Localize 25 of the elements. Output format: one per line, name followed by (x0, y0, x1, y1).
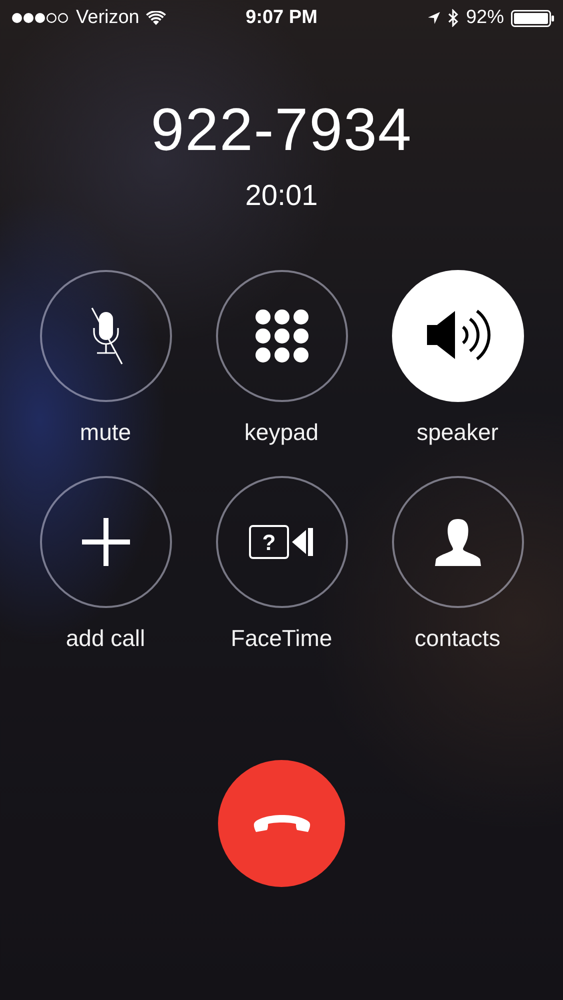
location-arrow-icon (426, 11, 441, 25)
add-button[interactable] (40, 476, 172, 608)
button-label: mute (80, 418, 132, 446)
carrier-name: Verizon (76, 7, 140, 29)
person-icon (434, 517, 482, 567)
mute-button[interactable] (40, 270, 172, 402)
battery-percent: 92% (466, 7, 504, 29)
wifi-icon (146, 10, 166, 26)
battery-icon (511, 10, 555, 26)
button-label: speaker (416, 418, 498, 446)
call-duration: 20:01 (245, 179, 318, 214)
plus-icon (82, 518, 130, 566)
button-label: add call (66, 624, 146, 652)
keypad-icon (254, 309, 308, 363)
status-time: 9:07 PM (246, 7, 318, 29)
keypad-button[interactable] (216, 270, 348, 402)
bluetooth-icon (448, 9, 459, 27)
contacts-button[interactable] (392, 476, 524, 608)
button-label: keypad (244, 418, 319, 446)
button-label: contacts (414, 624, 500, 652)
button-label: FaceTime (230, 624, 332, 652)
signal-icon (11, 12, 69, 24)
phone-number: 922-7934 (150, 95, 412, 165)
facetime-button[interactable]: ? (216, 476, 348, 608)
phone-handset-icon (252, 812, 310, 834)
